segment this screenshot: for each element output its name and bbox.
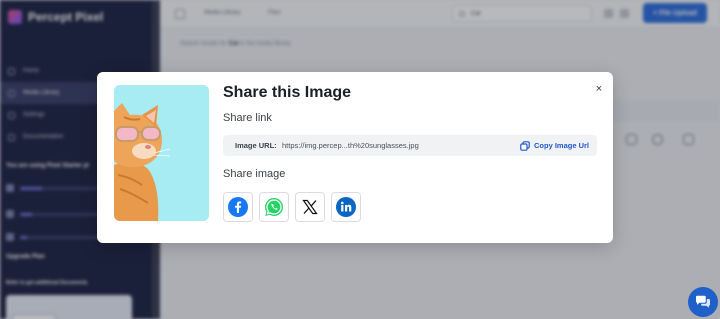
image-url-value[interactable]: https://img.percep...th%20sunglasses.jpg	[282, 141, 419, 150]
copy-label: Copy Image Url	[533, 141, 589, 150]
x-icon	[302, 199, 318, 215]
chat-icon	[696, 295, 710, 308]
share-image-heading: Share image	[223, 168, 286, 180]
facebook-icon	[228, 197, 248, 217]
whatsapp-icon	[265, 198, 283, 216]
image-url-box: Image URL: https://img.percep...th%20sun…	[223, 135, 597, 156]
share-linkedin-button[interactable]	[331, 192, 361, 222]
chat-support-button[interactable]	[688, 287, 718, 317]
share-whatsapp-button[interactable]	[259, 192, 289, 222]
modal-title: Share this Image	[223, 84, 352, 101]
copy-image-url-button[interactable]: Copy Image Url	[520, 138, 589, 153]
share-x-button[interactable]	[295, 192, 325, 222]
image-url-label: Image URL:	[235, 141, 277, 150]
share-facebook-button[interactable]	[223, 192, 253, 222]
share-buttons	[223, 192, 361, 222]
share-link-heading: Share link	[223, 112, 272, 124]
close-button[interactable]: ×	[592, 82, 606, 96]
linkedin-icon	[336, 197, 356, 217]
share-image-modal: × Share this Image Share link Image URL:…	[97, 72, 613, 243]
copy-icon	[520, 140, 530, 151]
image-thumbnail	[114, 85, 209, 221]
cat-image	[114, 85, 209, 221]
